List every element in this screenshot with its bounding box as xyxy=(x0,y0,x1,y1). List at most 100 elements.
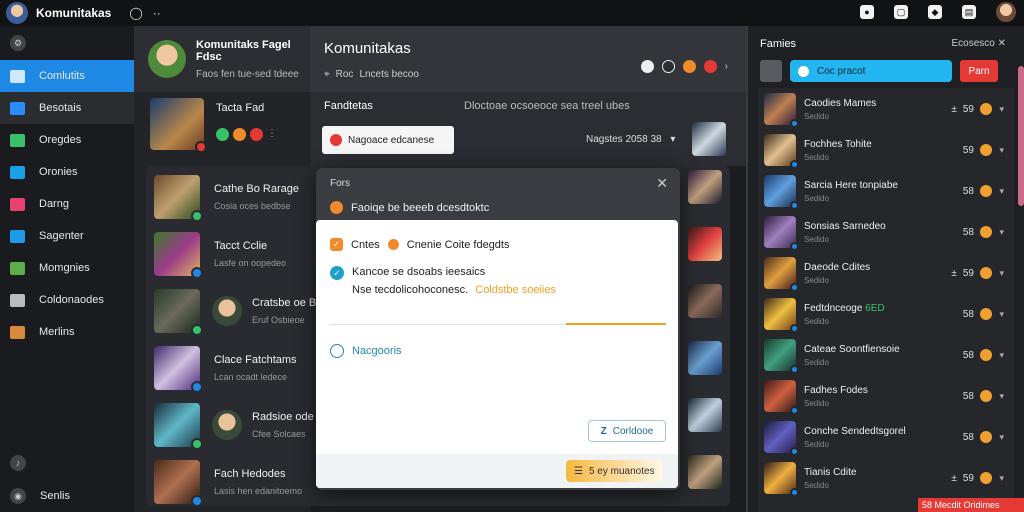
scrollbar[interactable] xyxy=(1018,66,1024,206)
chevron-down-icon[interactable]: ▾ xyxy=(999,186,1004,197)
game-list-item[interactable]: Fadhes Fodes Sedido 58 ▾ xyxy=(758,377,1014,415)
game-count: 58 xyxy=(962,390,974,402)
chat-icon[interactable]: ● xyxy=(860,5,874,19)
main-content: Komunitakas ⌖ Roc Lncets becoo › Fandtet… xyxy=(310,26,746,166)
sidebar-item-1[interactable]: Besotais xyxy=(0,92,134,124)
close-icon[interactable]: ✕ xyxy=(656,175,668,192)
chevron-down-icon[interactable]: ▾ xyxy=(999,104,1004,115)
list-item[interactable]: Cratsbe oe Bte Eruf Osbieoe xyxy=(154,286,325,336)
image-button[interactable] xyxy=(760,60,782,82)
heart-icon[interactable] xyxy=(250,128,263,141)
radio-icon[interactable] xyxy=(330,344,344,358)
sidebar-item-3[interactable]: Oronies xyxy=(0,156,134,188)
sidebar-item-8[interactable]: Merlins xyxy=(0,316,134,348)
chevron-down-icon[interactable]: ▾ xyxy=(999,391,1004,402)
list-item-preview[interactable] xyxy=(688,455,722,489)
game-thumbnail xyxy=(764,380,799,415)
game-list-item[interactable]: Sonsias Sarnedeo Sedido 58 ▾ xyxy=(758,213,1014,251)
red-action-button[interactable]: Parn xyxy=(960,60,998,82)
sidebar-item-7[interactable]: Coldonaodes xyxy=(0,284,134,316)
list-item[interactable]: Cathe Bo Rarage Cosia oces bedbse xyxy=(154,172,299,222)
list-item-title: Cathe Bo Rarage xyxy=(214,183,299,195)
document-icon[interactable]: ▤ xyxy=(962,5,976,19)
chevron-down-icon[interactable]: ▾ xyxy=(999,473,1004,484)
game-title: Conche Sendedtsgorel xyxy=(804,425,906,437)
promo-banner[interactable]: 58 Mecdit Oridimes xyxy=(918,498,1024,512)
more-icon[interactable]: ·· xyxy=(153,6,161,20)
option-link[interactable]: Coldstbe soeiies xyxy=(475,284,556,296)
z-icon: Z xyxy=(600,425,607,437)
secondary-button[interactable]: Z Corldooe xyxy=(588,420,666,442)
chevron-down-icon[interactable]: ▾ xyxy=(999,309,1004,320)
status-icon[interactable]: ◯ xyxy=(129,6,142,20)
list-item-preview[interactable] xyxy=(688,227,722,261)
game-thumbnail xyxy=(764,175,799,210)
chevron-down-icon[interactable]: ▾ xyxy=(999,268,1004,279)
list-item[interactable]: Fach Hedodes Lasis hen edanitoemo xyxy=(154,457,302,507)
game-list-item[interactable]: Caodies Mames Sedido ±59 ▾ xyxy=(758,90,1014,128)
sidebar-item-label: Sagenter xyxy=(39,230,84,242)
user-avatar[interactable] xyxy=(996,2,1016,22)
primary-button[interactable]: ☰ 5 ey muanotes xyxy=(566,460,662,482)
chevron-down-icon[interactable]: ▾ xyxy=(999,432,1004,443)
game-count: 58 xyxy=(962,349,974,361)
content-header: Komunitakas ⌖ Roc Lncets becoo xyxy=(310,26,746,92)
sidebar-footer-item[interactable]: ◉ Senlis xyxy=(0,480,134,512)
game-list-item[interactable]: Fochhes Tohite Sedido 59 ▾ xyxy=(758,131,1014,169)
compass-icon[interactable] xyxy=(640,60,654,73)
radio-option[interactable]: Nacgooris xyxy=(330,344,402,358)
checkbox-icon[interactable]: ✓ xyxy=(330,238,343,251)
window-icon[interactable]: ▢ xyxy=(894,5,908,19)
community-header[interactable]: Komunitaks Fagel Fdsc Faos fen tue-sed t… xyxy=(134,26,310,92)
option-checkbox-row[interactable]: ✓ Cntes Cnenie Coite fdegdts xyxy=(330,238,509,251)
radio-checked-icon[interactable]: ✓ xyxy=(330,266,344,280)
game-list-item[interactable]: Daeode Cdites Sedido ±59 ▾ xyxy=(758,254,1014,292)
game-thumbnail xyxy=(764,339,799,374)
more-icon[interactable]: ⋮ xyxy=(267,128,277,141)
clock-icon[interactable] xyxy=(661,60,675,73)
filter-button[interactable]: Nagoace edcanese xyxy=(322,126,454,154)
status-badge xyxy=(790,160,799,169)
sidebar-help[interactable]: ♪ xyxy=(0,446,134,480)
list-item[interactable]: Clace Fatchtams Lcan ocadt ledece xyxy=(154,343,297,393)
status-badge xyxy=(191,267,203,279)
game-count: 58 xyxy=(962,431,974,443)
header-thumbnail[interactable] xyxy=(692,122,726,156)
chevron-down-icon[interactable]: ▾ xyxy=(999,227,1004,238)
sidebar-item-2[interactable]: Oregdes xyxy=(0,124,134,156)
date-selector[interactable]: Nagstes 2058 38 ▾ xyxy=(586,134,675,145)
top-bar: Komunitakas ◯ ·· ● ▢ ◆ ▤ xyxy=(0,0,1024,26)
right-panel-action[interactable]: Ecosesco ✕ xyxy=(951,38,1006,49)
check-icon[interactable] xyxy=(216,128,229,141)
chevron-right-icon[interactable]: › xyxy=(725,61,728,72)
right-panel-action-label: Ecosesco xyxy=(951,38,995,49)
list-item[interactable]: Tacct Cclie Lasfe on oopedeo xyxy=(154,229,286,279)
list-item-preview[interactable] xyxy=(688,341,722,375)
list-item-preview[interactable] xyxy=(688,398,722,432)
coin-icon xyxy=(980,267,992,279)
emoji-icon[interactable] xyxy=(682,60,696,73)
game-list-item[interactable]: Fedtdnceoge 6ED Sedido 58 ▾ xyxy=(758,295,1014,333)
record-icon[interactable] xyxy=(703,60,717,73)
list-item-preview[interactable] xyxy=(688,170,722,204)
sidebar-item-4[interactable]: Darng xyxy=(0,188,134,220)
coin-icon[interactable] xyxy=(233,128,246,141)
list-item-subtitle: Lasfe on oopedeo xyxy=(214,258,287,268)
game-list-item[interactable]: Tianis Cdite Sedido ±59 ▾ xyxy=(758,459,1014,497)
settings-icon[interactable]: ⚙ xyxy=(10,35,26,51)
sidebar-footer-label: Senlis xyxy=(40,490,70,502)
featured-item[interactable]: Tacta Fad ⋮ xyxy=(150,98,310,160)
sidebar-item-5[interactable]: Sagenter xyxy=(0,220,134,252)
game-list-item[interactable]: Conche Sendedtsgorel Sedido 58 ▾ xyxy=(758,418,1014,456)
app-logo-avatar[interactable] xyxy=(6,2,28,24)
chevron-down-icon[interactable]: ▾ xyxy=(999,145,1004,156)
game-list-item[interactable]: Cateae Soontfiensoie Sedido 58 ▾ xyxy=(758,336,1014,374)
sidebar-item-0[interactable]: Comlutits xyxy=(0,60,134,92)
list-item-preview[interactable] xyxy=(688,284,722,318)
game-list-item[interactable]: Sarcia Here tonpiabe Sedido 58 ▾ xyxy=(758,172,1014,210)
sidebar-item-6[interactable]: Momgnies xyxy=(0,252,134,284)
chevron-down-icon[interactable]: ▾ xyxy=(999,350,1004,361)
search-button[interactable]: Coc pracot xyxy=(790,60,952,82)
list-item[interactable]: Radsioe ode Cfee Solcaes xyxy=(154,400,314,450)
bag-icon[interactable]: ◆ xyxy=(928,5,942,19)
